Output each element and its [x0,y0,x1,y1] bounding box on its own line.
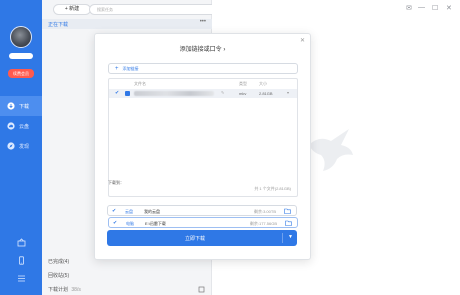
save-to-label: 下载到： [108,180,124,185]
video-file-icon [125,91,130,96]
col-type: 类型 [239,81,247,86]
cloud-icon [7,122,15,130]
file-checkbox[interactable]: ✔ [115,90,119,96]
pc-checkbox[interactable]: ✔ [113,220,117,226]
search-input[interactable]: 搜索任务 [89,4,224,15]
pc-free-space: 剩余:177.56GB [249,221,277,226]
plus-icon: + [115,65,119,72]
edit-name-icon[interactable]: ✎ [221,90,224,95]
mailbox-icon[interactable] [17,238,26,247]
left-rail: 续费会员 下载 云盘 发现 [0,0,42,295]
nav-download[interactable]: 下载 [0,96,42,116]
nav-discover[interactable]: 发现 [0,136,42,156]
search-placeholder: 搜索任务 [97,7,113,12]
file-name-redacted [134,91,214,96]
cloud-folder-icon[interactable] [284,208,291,214]
file-list-header: 文件名 类型 大小 [109,81,297,88]
file-list: 文件名 类型 大小 ✔ ✎ mkv 2.81GB ▾ 共 1 个文件(2.81G… [108,78,298,197]
nav-download-label: 下载 [19,103,30,110]
cloud-label: 云盘 [125,209,133,214]
trash-item[interactable]: 回收站(5) [48,272,69,279]
completed-item[interactable]: 已完成(4) [48,258,69,265]
nav-discover-label: 发现 [19,143,30,150]
more-options-icon[interactable]: ••• [200,19,206,25]
cloud-path: 我的云盘 [144,209,160,214]
col-name: 文件名 [134,81,146,86]
dialog-title[interactable]: 添加链接或口令 › [95,44,310,53]
add-link-dialog: 添加链接或口令 › ✕ + 添加链接 文件名 类型 大小 ✔ ✎ mkv 2.8… [94,33,311,260]
maximize-icon[interactable]: ☐ [432,4,438,12]
cloud-checkbox[interactable]: ✔ [112,208,116,214]
downloading-header-label: 正在下载 [48,22,69,28]
pc-label: 电脑 [126,221,134,226]
vip-renew-badge[interactable]: 续费会员 [8,69,34,78]
download-icon [7,102,15,110]
download-plan-value: 38/s [71,287,81,293]
pc-path: E:\迅雷下载 [145,221,166,226]
close-window-icon[interactable]: ✕ [446,4,452,12]
nav-cloud-label: 云盘 [19,123,30,130]
nav-cloud[interactable]: 云盘 [0,116,42,136]
downloading-section-header[interactable]: 正在下载 ••• [42,19,212,29]
chevron-down-icon[interactable]: ▾ [287,90,289,95]
download-now-label: 立即下载 [184,236,205,242]
download-plan-label: 下载计划 [48,287,69,293]
avatar[interactable] [10,26,32,48]
file-row[interactable]: ✔ ✎ mkv 2.81GB ▾ [109,89,297,98]
cloud-free-space: 剩余:3.00TB [253,209,276,214]
new-task-button[interactable]: + 新建 [53,4,91,15]
minimize-icon[interactable]: — [418,4,425,11]
plan-settings-icon[interactable] [198,286,205,293]
download-plan[interactable]: 下载计划 38/s [48,286,81,293]
col-size: 大小 [259,81,267,86]
save-target-cloud-row[interactable]: ✔ 云盘 我的云盘 剩余:3.00TB [107,205,297,216]
download-options-chevron-icon[interactable]: ▼ [288,234,293,240]
file-type: mkv [239,91,247,96]
save-target-pc[interactable]: ✔ 电脑 E:\迅雷下载 剩余:177.56GB [108,217,298,228]
thunder-bird-watermark-icon [309,129,353,171]
username-tag [9,53,33,59]
add-link-button[interactable]: + 添加链接 [108,63,298,74]
button-divider [282,233,283,243]
download-now-button[interactable]: 立即下载 ▼ [107,230,297,246]
folder-icon[interactable] [285,220,292,226]
file-size: 2.81GB [259,91,273,96]
close-dialog-icon[interactable]: ✕ [300,37,305,44]
mail-icon[interactable]: ✉ [406,4,412,12]
phone-icon[interactable] [17,256,26,265]
discover-icon [7,142,15,150]
menu-icon[interactable] [17,274,26,283]
file-summary: 共 1 个文件(2.81GB) [254,186,291,191]
add-link-label: 添加链接 [122,65,139,71]
